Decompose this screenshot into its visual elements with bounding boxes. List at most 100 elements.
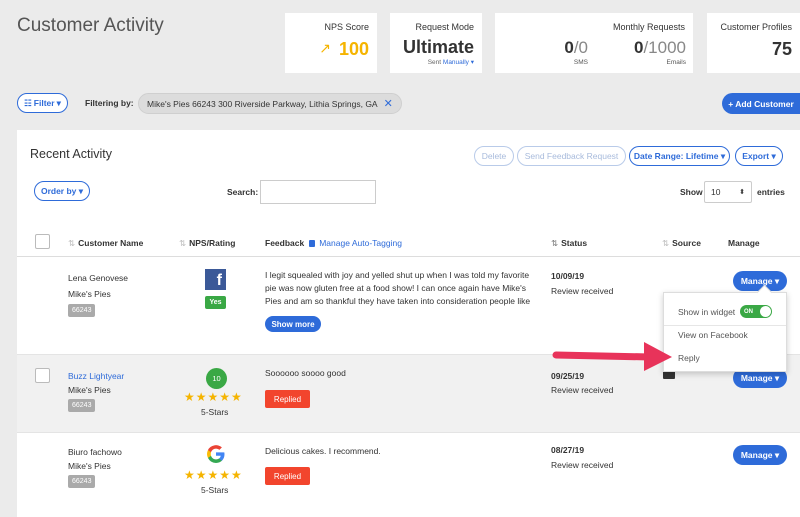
menu-item-reply[interactable]: Reply bbox=[678, 353, 700, 363]
menu-item-view-on-facebook[interactable]: View on Facebook bbox=[678, 330, 748, 340]
column-feedback: Feedback Manage Auto-Tagging bbox=[265, 238, 402, 248]
column-nps-rating[interactable]: ⇅ NPS/Rating bbox=[179, 238, 235, 249]
filtering-by-label: Filtering by: bbox=[85, 98, 134, 108]
request-mode-card: Request Mode Ultimate Sent Manually ▾ bbox=[390, 13, 482, 73]
updown-icon: ⬍ bbox=[739, 189, 745, 196]
order-by-label: Order by bbox=[40, 186, 77, 196]
customer-name: Lena Genovese bbox=[68, 273, 129, 283]
chevron-down-icon: ▾ bbox=[720, 150, 726, 161]
order-by-button[interactable]: Order by ▾ bbox=[34, 181, 90, 201]
feedback-text: I legit squealed with joy and yelled shu… bbox=[265, 270, 531, 306]
manage-button[interactable]: Manage ▾ bbox=[733, 445, 787, 465]
customer-profiles-card: Customer Profiles 75 bbox=[707, 13, 800, 73]
chevron-down-icon: ▾ bbox=[774, 275, 780, 286]
sort-icon: ⇅ bbox=[179, 238, 187, 248]
delete-button[interactable]: Delete bbox=[474, 146, 514, 166]
column-customer-name[interactable]: ⇅ Customer Name bbox=[68, 238, 143, 249]
manage-label: Manage bbox=[740, 450, 773, 460]
chevron-down-icon: ▾ bbox=[78, 185, 84, 196]
show-in-widget-toggle[interactable]: ON bbox=[740, 305, 772, 318]
recommend-badge: Yes bbox=[205, 296, 226, 309]
sms-total: /0 bbox=[573, 38, 588, 57]
sms-caption: SMS bbox=[573, 59, 588, 66]
entries-select[interactable]: 10 ⬍ bbox=[704, 181, 752, 203]
search-input[interactable] bbox=[260, 180, 376, 204]
sms-used: 0 bbox=[564, 38, 574, 57]
replied-badge[interactable]: Replied bbox=[265, 467, 310, 485]
facebook-icon: f bbox=[205, 269, 226, 290]
monthly-requests-card: Monthly Requests 0/0 SMS 0/1000 Emails bbox=[495, 13, 693, 73]
manage-label: Manage bbox=[740, 276, 773, 286]
show-label: Show bbox=[680, 187, 703, 197]
page-title: Customer Activity bbox=[17, 15, 164, 36]
manage-auto-tagging-link[interactable]: Manage Auto-Tagging bbox=[319, 238, 402, 248]
nps-score-badge: 10 bbox=[206, 368, 227, 389]
google-icon bbox=[205, 443, 227, 465]
location-badge: 66243 bbox=[68, 399, 96, 412]
manage-label: Manage bbox=[740, 373, 773, 383]
tag-icon bbox=[309, 240, 316, 247]
feedback-text: Delicious cakes. I recommend. bbox=[265, 446, 381, 456]
chevron-down-icon: ▾ bbox=[470, 59, 474, 66]
add-customer-button[interactable]: + Add Customer bbox=[722, 93, 800, 114]
sort-icon: ⇅ bbox=[551, 238, 559, 248]
customer-business: Mike's Pies bbox=[68, 289, 111, 299]
location-badge: 66243 bbox=[68, 304, 96, 317]
chevron-down-icon: ▾ bbox=[774, 449, 780, 460]
star-rating: ★★★★★ bbox=[184, 468, 243, 482]
toggle-label: ON bbox=[744, 308, 753, 315]
sort-icon: ⇅ bbox=[662, 238, 670, 248]
filter-chip: Mike's Pies 66243 300 Riverside Parkway,… bbox=[138, 93, 402, 114]
sent-mode-link[interactable]: Manually bbox=[443, 59, 469, 66]
search-label: Search: bbox=[227, 187, 259, 197]
select-all-checkbox[interactable] bbox=[35, 234, 50, 249]
filter-button-label: Filter bbox=[33, 98, 55, 108]
close-icon[interactable]: ✕ bbox=[384, 97, 393, 110]
trend-up-icon: ↗ bbox=[319, 40, 331, 56]
date-range-button[interactable]: Date Range: Lifetime ▾ bbox=[629, 146, 730, 166]
location-badge: 66243 bbox=[68, 475, 96, 488]
chevron-down-icon: ▾ bbox=[771, 150, 776, 161]
show-more-button[interactable]: Show more bbox=[265, 316, 321, 332]
entries-label: entries bbox=[757, 187, 785, 197]
export-button[interactable]: Export ▾ bbox=[735, 146, 783, 166]
column-status[interactable]: ⇅ Status bbox=[551, 238, 587, 249]
send-feedback-request-button[interactable]: Send Feedback Request bbox=[517, 146, 626, 166]
request-mode-label: Request Mode bbox=[415, 22, 474, 32]
status-text: Review received bbox=[551, 286, 614, 296]
table-header: ⇅ Customer Name ⇅ NPS/Rating Feedback Manag… bbox=[17, 226, 800, 257]
star-rating-label: 5-Stars bbox=[201, 407, 229, 417]
column-manage: Manage bbox=[728, 238, 760, 248]
replied-badge[interactable]: Replied bbox=[265, 390, 310, 408]
customer-business: Mike's Pies bbox=[68, 461, 111, 471]
email-total: /1000 bbox=[643, 38, 686, 57]
status-text: Review received bbox=[551, 385, 614, 395]
chevron-down-icon: ▾ bbox=[56, 97, 61, 108]
customer-name: Biuro fachowo bbox=[68, 447, 122, 457]
date-range-label: Date Range: Lifetime bbox=[633, 151, 719, 161]
sent-label: Sent bbox=[427, 59, 442, 66]
row-checkbox[interactable] bbox=[35, 368, 50, 383]
nps-score-value: 100 bbox=[338, 39, 369, 59]
customer-profiles-label: Customer Profiles bbox=[720, 22, 792, 32]
table-row: Biuro fachowo Mike's Pies 66243 ★★★★★ 5-… bbox=[17, 433, 800, 517]
star-rating-label: 5-Stars bbox=[201, 485, 229, 495]
sent-mode-selector[interactable]: Sent Manually ▾ bbox=[428, 58, 474, 66]
menu-item-show-in-widget[interactable]: Show in widget bbox=[678, 307, 735, 317]
manage-dropdown-menu: Show in widget ON View on Facebook Reply bbox=[663, 292, 787, 372]
monthly-requests-label: Monthly Requests bbox=[612, 22, 685, 32]
nps-score-card: NPS Score ↗ 100 bbox=[285, 13, 377, 73]
chevron-down-icon: ▾ bbox=[774, 372, 780, 383]
customer-profiles-value: 75 bbox=[771, 39, 792, 59]
email-caption: Emails bbox=[666, 59, 686, 66]
panel-title: Recent Activity bbox=[30, 147, 112, 161]
status-date: 10/09/19 bbox=[551, 271, 585, 281]
customer-name-link[interactable]: Buzz Lightyear bbox=[68, 371, 124, 381]
filter-icon: ☷ bbox=[24, 97, 32, 108]
filter-button[interactable]: ☷ Filter ▾ bbox=[17, 93, 68, 113]
status-text: Review received bbox=[551, 460, 614, 470]
column-source[interactable]: ⇅ Source bbox=[662, 238, 701, 249]
request-mode-value: Ultimate bbox=[402, 37, 474, 57]
toggle-knob bbox=[760, 306, 771, 317]
filter-chip-label: Mike's Pies 66243 300 Riverside Parkway,… bbox=[147, 98, 378, 109]
